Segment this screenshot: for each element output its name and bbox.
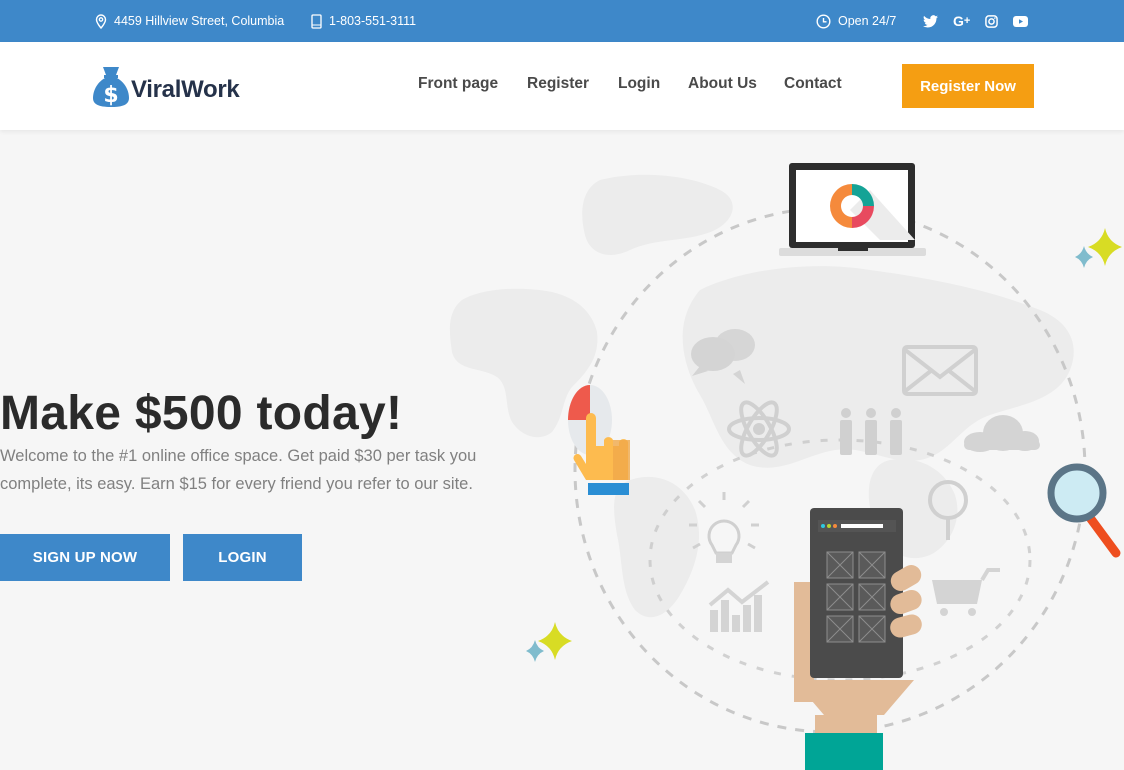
register-now-button[interactable]: Register Now bbox=[902, 64, 1034, 108]
sign-up-now-button[interactable]: SIGN UP NOW bbox=[0, 534, 170, 581]
money-bag-icon: $ bbox=[93, 66, 129, 113]
location-pin-icon bbox=[95, 13, 107, 29]
hours-info: Open 24/7 bbox=[816, 0, 896, 42]
nav-front-page[interactable]: Front page bbox=[418, 75, 498, 93]
hero-title: Make $500 today! bbox=[0, 387, 403, 440]
lightbulb-icon bbox=[689, 492, 759, 563]
twitter-icon[interactable] bbox=[923, 14, 938, 28]
hours-text: Open 24/7 bbox=[838, 14, 897, 28]
top-info-bar: 4459 Hillview Street, Columbia 1-803-551… bbox=[0, 0, 1124, 42]
magnifier-icon bbox=[1047, 463, 1121, 558]
google-plus-icon[interactable]: G + bbox=[953, 13, 970, 29]
hero-login-button[interactable]: LOGIN bbox=[183, 534, 302, 581]
growth-chart-icon bbox=[708, 580, 770, 632]
mobile-phone-icon bbox=[311, 13, 322, 29]
clock-icon bbox=[816, 13, 831, 29]
site-logo[interactable]: $ ViralWork bbox=[93, 66, 240, 113]
nav-about-us[interactable]: About Us bbox=[688, 75, 757, 93]
youtube-icon[interactable] bbox=[1013, 15, 1028, 27]
phone-text[interactable]: 1-803-551-3111 bbox=[329, 14, 416, 28]
nav-register[interactable]: Register bbox=[527, 75, 589, 93]
logo-text: ViralWork bbox=[131, 75, 240, 103]
hero-illustration bbox=[449, 163, 1122, 770]
main-header: $ ViralWork Front page Register Login Ab… bbox=[0, 42, 1124, 130]
instagram-icon[interactable] bbox=[985, 14, 998, 28]
team-icon bbox=[840, 408, 902, 455]
svg-text:$: $ bbox=[103, 83, 118, 108]
address-info: 4459 Hillview Street, Columbia bbox=[95, 0, 284, 42]
world-map-shape bbox=[449, 174, 1074, 618]
shopping-cart-icon bbox=[932, 568, 1000, 616]
hero-description: Welcome to the #1 online office space. G… bbox=[0, 447, 477, 493]
laptop-icon bbox=[779, 163, 926, 256]
address-text: 4459 Hillview Street, Columbia bbox=[114, 14, 285, 28]
pointing-hand-icon bbox=[568, 385, 630, 495]
nav-contact[interactable]: Contact bbox=[784, 75, 842, 93]
nav-login[interactable]: Login bbox=[618, 75, 660, 93]
phone-info: 1-803-551-3111 bbox=[311, 0, 416, 42]
